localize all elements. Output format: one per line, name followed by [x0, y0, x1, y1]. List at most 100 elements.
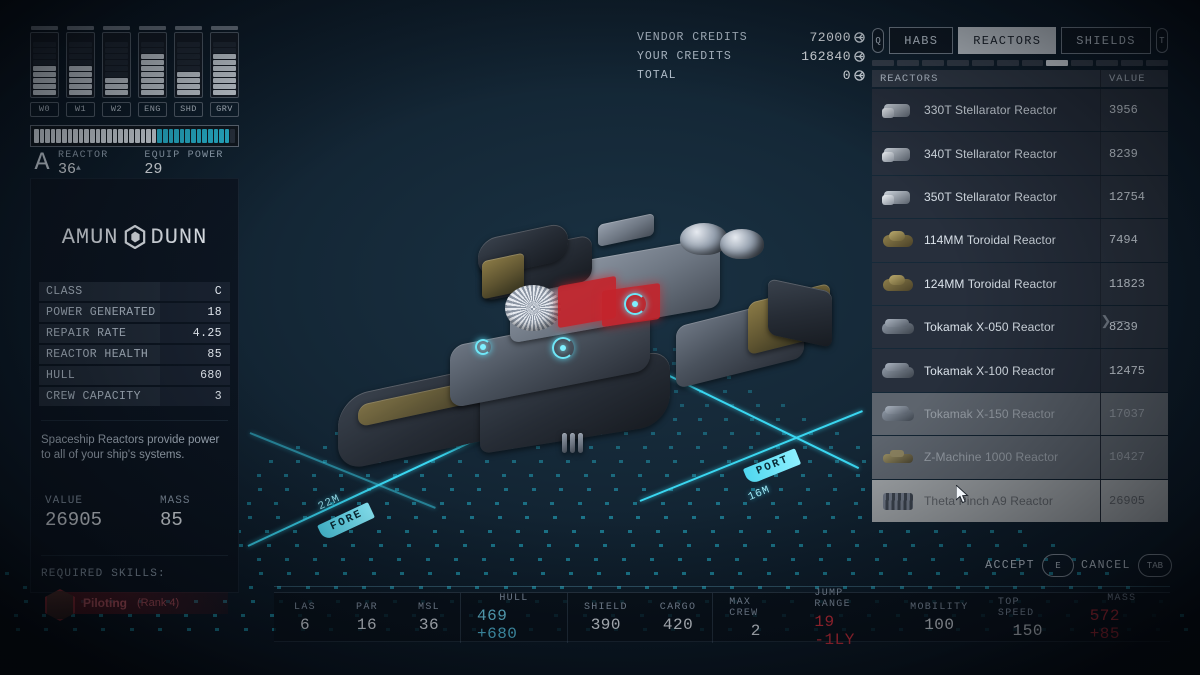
power-segment: [33, 60, 56, 65]
power-segment: [177, 90, 200, 95]
power-segment: [33, 66, 56, 71]
ship-stat-label: LAS: [294, 602, 316, 613]
power-segment: [105, 42, 128, 47]
ship-stat-cell: MOBILITY 100: [897, 593, 982, 643]
reactor-list-item[interactable]: Tokamak X-100 Reactor 12475: [872, 349, 1168, 392]
ship-stat-label: MAX CREW: [729, 596, 759, 619]
value-mass-block: VALUE 26905 MASS 85: [45, 495, 238, 531]
credit-label: TOTAL: [637, 69, 677, 82]
mass-label: MASS: [160, 495, 191, 507]
ship-stat-label: SHIELD: [583, 602, 628, 613]
reactor-meter-segment: [168, 129, 174, 143]
power-segment: [177, 72, 200, 77]
stat-key: POWER GENERATED: [39, 303, 160, 322]
category-tabs[interactable]: Q HABS REACTORS SHIELDS T: [872, 26, 1168, 55]
reactor-meter-segment: [219, 129, 224, 143]
reactor-list-item[interactable]: Z-Machine 1000 Reactor 10427: [872, 436, 1168, 479]
tokamak-reactor-icon: [872, 350, 924, 392]
tab-habs[interactable]: HABS: [889, 27, 954, 54]
power-column-w2[interactable]: W2: [102, 26, 131, 120]
stellarator-reactor-icon: [872, 133, 924, 175]
reactor-meter-segment: [224, 129, 230, 143]
stat-key: REACTOR HEALTH: [39, 345, 160, 364]
module-browser-panel[interactable]: Q HABS REACTORS SHIELDS T REACTORS VALUE…: [872, 26, 1169, 549]
credit-coin-icon: [854, 32, 865, 43]
reactor-value: 8239: [1100, 132, 1168, 175]
list-column-headers: REACTORS VALUE: [872, 70, 1168, 87]
reactor-list-item[interactable]: 340T Stellarator Reactor 8239: [872, 132, 1168, 175]
power-segment: [69, 72, 92, 77]
power-segment: [105, 72, 128, 77]
ship-model[interactable]: [330, 213, 860, 495]
stat-value: 680: [160, 366, 230, 385]
power-segment: [141, 90, 164, 95]
reactor-meter-segment: [207, 129, 213, 143]
next-tab-key[interactable]: T: [1155, 28, 1168, 53]
reactor-value: 12475: [1100, 349, 1168, 392]
reactor-list[interactable]: 330T Stellarator Reactor 3956 340T Stellar…: [872, 89, 1168, 522]
power-column-label: GRV: [210, 102, 239, 117]
stat-value: 4.25: [160, 324, 230, 343]
ship-stat-label: CARGO: [659, 602, 697, 613]
power-column-label: SHD: [174, 102, 203, 117]
segment-dot: [1021, 60, 1044, 66]
segment-dot: [921, 60, 944, 66]
credit-row: TOTAL 0: [615, 66, 865, 85]
reactor-value: 12754: [1100, 175, 1168, 219]
power-column-eng[interactable]: ENG: [138, 26, 167, 120]
reactor-list-item[interactable]: 330T Stellarator Reactor 3956: [872, 89, 1168, 132]
reactor-list-item[interactable]: 114MM Toroidal Reactor 7494: [872, 219, 1168, 262]
attach-point-marker[interactable]: [552, 337, 574, 359]
power-column-grv[interactable]: GRV: [210, 26, 239, 120]
action-buttons[interactable]: ACCEPT E CANCEL TAB: [985, 554, 1172, 577]
prev-tab-key[interactable]: Q: [872, 28, 885, 53]
reactor-meter-segment: [90, 129, 95, 143]
reactor-meter-segment: [39, 129, 45, 143]
power-segment: [213, 48, 236, 53]
ship-stat-label: PAR: [356, 602, 378, 613]
reactor-list-item[interactable]: 350T Stellarator Reactor 12754: [872, 175, 1168, 219]
credit-row: VENDOR CREDITS 72000: [615, 28, 865, 47]
reactor-list-item[interactable]: 124MM Toroidal Reactor 11823: [872, 262, 1168, 305]
reactor-name: 340T Stellarator Reactor: [924, 146, 1057, 161]
skill-name: Piloting: [83, 596, 127, 610]
reactor-meter-segment: [95, 129, 101, 143]
credits-summary: VENDOR CREDITS 72000 YOUR CREDITS 162840 TOT…: [615, 28, 865, 85]
ship-class-glyph: A: [34, 148, 50, 177]
stat-row: REPAIR RATE 4.25: [39, 324, 230, 343]
cancel-key[interactable]: TAB: [1137, 554, 1172, 577]
power-segment: [213, 84, 236, 89]
attach-point-marker[interactable]: [624, 293, 646, 315]
tab-reactors[interactable]: REACTORS: [958, 27, 1057, 54]
reactor-list-item[interactable]: Tokamak X-150 Reactor 17037: [872, 392, 1168, 436]
power-column-w0[interactable]: W0: [30, 26, 59, 120]
reactor-meter-segment: [196, 129, 202, 143]
reactor-list-item[interactable]: Theta Pinch A9 Reactor 26905: [872, 479, 1168, 522]
accept-label: ACCEPT: [985, 559, 1035, 572]
segment-dot: [1146, 60, 1169, 66]
accept-key[interactable]: E: [1041, 554, 1074, 577]
reactor-meter-segment: [73, 129, 78, 143]
credit-value: 162840: [801, 49, 851, 64]
power-segment: [33, 90, 56, 95]
required-skills-heading: REQUIRED SKILLS:: [41, 568, 166, 580]
reactor-meter-segment: [123, 129, 129, 143]
power-column-w1[interactable]: W1: [66, 26, 95, 120]
stat-key: REPAIR RATE: [39, 324, 160, 343]
ship-stat-bar: LAS 6 PAR 16 MSL 36 HULL 469 +680 SHIELD 390 CARGO…: [274, 588, 1170, 649]
tab-shields[interactable]: SHIELDS: [1061, 27, 1151, 54]
segment-dot: [996, 60, 1019, 66]
reactor-meter-segment: [34, 129, 39, 143]
reactor-meter-segment: [174, 129, 179, 143]
brand-left-text: AMUN: [61, 224, 119, 250]
ship-builder-screen: 22M 16M FORE PORT W0 W1 W2 ENG SHD GRV A…: [0, 0, 1200, 675]
ship-stat-value: 2: [750, 621, 761, 640]
power-segment: [69, 66, 92, 71]
power-segment: [69, 78, 92, 83]
value-label: VALUE: [45, 495, 84, 507]
power-allocation-bars[interactable]: W0 W1 W2 ENG SHD GRV: [30, 26, 239, 124]
attach-point-marker[interactable]: [475, 339, 491, 355]
ship-stat-cell: JUMP RANGE 19 -1LY: [798, 588, 896, 649]
power-segment: [105, 90, 128, 95]
power-column-shd[interactable]: SHD: [174, 26, 203, 120]
